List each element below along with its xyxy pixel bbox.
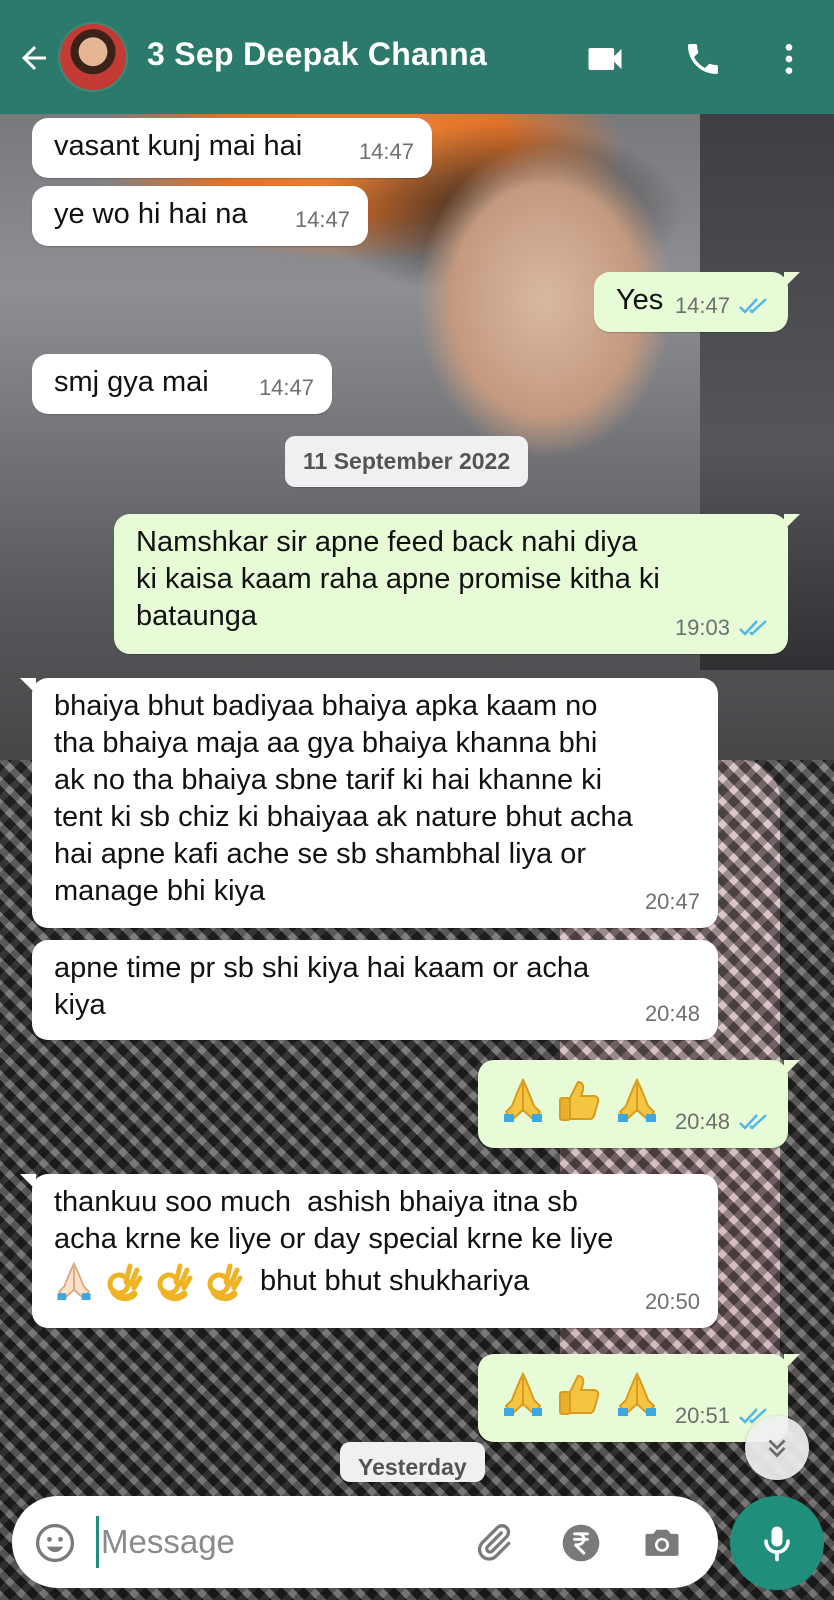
incoming-message[interactable]: smj gya mai 14:47 [32,354,332,414]
double-check-icon [739,297,767,314]
date-separator: 11 September 2022 [285,436,529,487]
double-check-icon [739,1113,767,1130]
contact-name[interactable]: 3 Sep Deepak Channa [147,36,487,73]
message-input[interactable] [96,1516,456,1568]
message-list[interactable]: vasant kunj mai hai 14:47 ye wo hi hai n… [0,114,834,1484]
incoming-message[interactable]: thankuu soo much ashish bhaiya itna sb a… [20,1174,718,1328]
camera-button[interactable] [636,1518,688,1568]
chat-header: 3 Sep Deepak Channa [0,0,834,114]
outgoing-message[interactable]: 20:51 [478,1354,800,1442]
double-check-icon [739,619,767,636]
thumbs-up-icon [559,1080,600,1121]
folded-hands-icon [57,1261,91,1301]
camera-icon [645,1529,679,1556]
outgoing-message[interactable]: Yes 14:47 [594,272,800,332]
avatar[interactable] [58,22,128,92]
more-vertical-icon [785,44,793,74]
message-text: bhaiya bhut badiyaa bhaiya apka kaam no … [54,690,633,907]
message-time: 14:47 [358,139,414,164]
message-text: bhut bhut shukhariya [260,1264,530,1297]
payment-button[interactable] [556,1518,606,1568]
more-options-button[interactable] [766,36,812,82]
folded-hands-icon [618,1077,656,1122]
folded-hands-icon [504,1077,542,1122]
rupee-icon [562,1524,600,1562]
incoming-message[interactable]: vasant kunj mai hai 14:47 [32,118,432,178]
message-time: 14:47 [294,207,350,232]
microphone-icon [764,1526,790,1562]
scroll-to-bottom-button[interactable] [745,1416,809,1480]
folded-hands-icon [618,1371,656,1416]
emoji-row: bhut bhut shukhariya [54,1260,698,1302]
smiley-icon [35,1523,75,1563]
emoji-button[interactable] [30,1518,80,1568]
ok-hand-icon [107,1263,143,1302]
message-text: thankuu soo much ashish bhaiya itna sb a… [54,1186,614,1255]
date-separator: Yesterday [340,1442,485,1482]
voice-message-button[interactable] [730,1496,824,1590]
attach-button[interactable] [468,1518,518,1568]
arrow-left-icon [22,46,46,70]
incoming-message[interactable]: bhaiya bhut badiyaa bhaiya apka kaam no … [20,678,718,928]
video-camera-icon [588,48,622,70]
message-time: 14:47 [258,375,314,400]
voice-call-button[interactable] [680,36,726,82]
message-time: 20:50 [644,1289,700,1314]
back-button[interactable] [12,36,56,80]
message-time: 19:03 [674,615,730,640]
incoming-message[interactable]: ye wo hi hai na 14:47 [32,186,368,246]
paperclip-icon [477,1524,511,1561]
message-time: 20:51 [674,1403,730,1428]
folded-hands-icon [504,1371,542,1416]
outgoing-message[interactable]: Namshkar sir apne feed back nahi diya ki… [114,514,800,654]
thumbs-up-icon [559,1374,600,1415]
message-composer [12,1496,718,1588]
message-time: 20:48 [644,1001,700,1026]
message-time: 14:47 [674,293,730,318]
message-time: 20:47 [644,889,700,914]
incoming-message[interactable]: apne time pr sb shi kiya hai kaam or ach… [32,940,718,1040]
message-text: Namshkar sir apne feed back nahi diya ki… [136,526,660,632]
phone-icon [688,44,718,74]
ok-hand-icon [157,1263,193,1302]
outgoing-message[interactable]: 20:48 [478,1060,800,1148]
video-call-button[interactable] [582,36,628,82]
double-chevron-down-icon [768,1439,786,1458]
ok-hand-icon [207,1263,243,1302]
message-time: 20:48 [674,1109,730,1134]
message-text: apne time pr sb shi kiya hai kaam or ach… [54,952,590,1021]
